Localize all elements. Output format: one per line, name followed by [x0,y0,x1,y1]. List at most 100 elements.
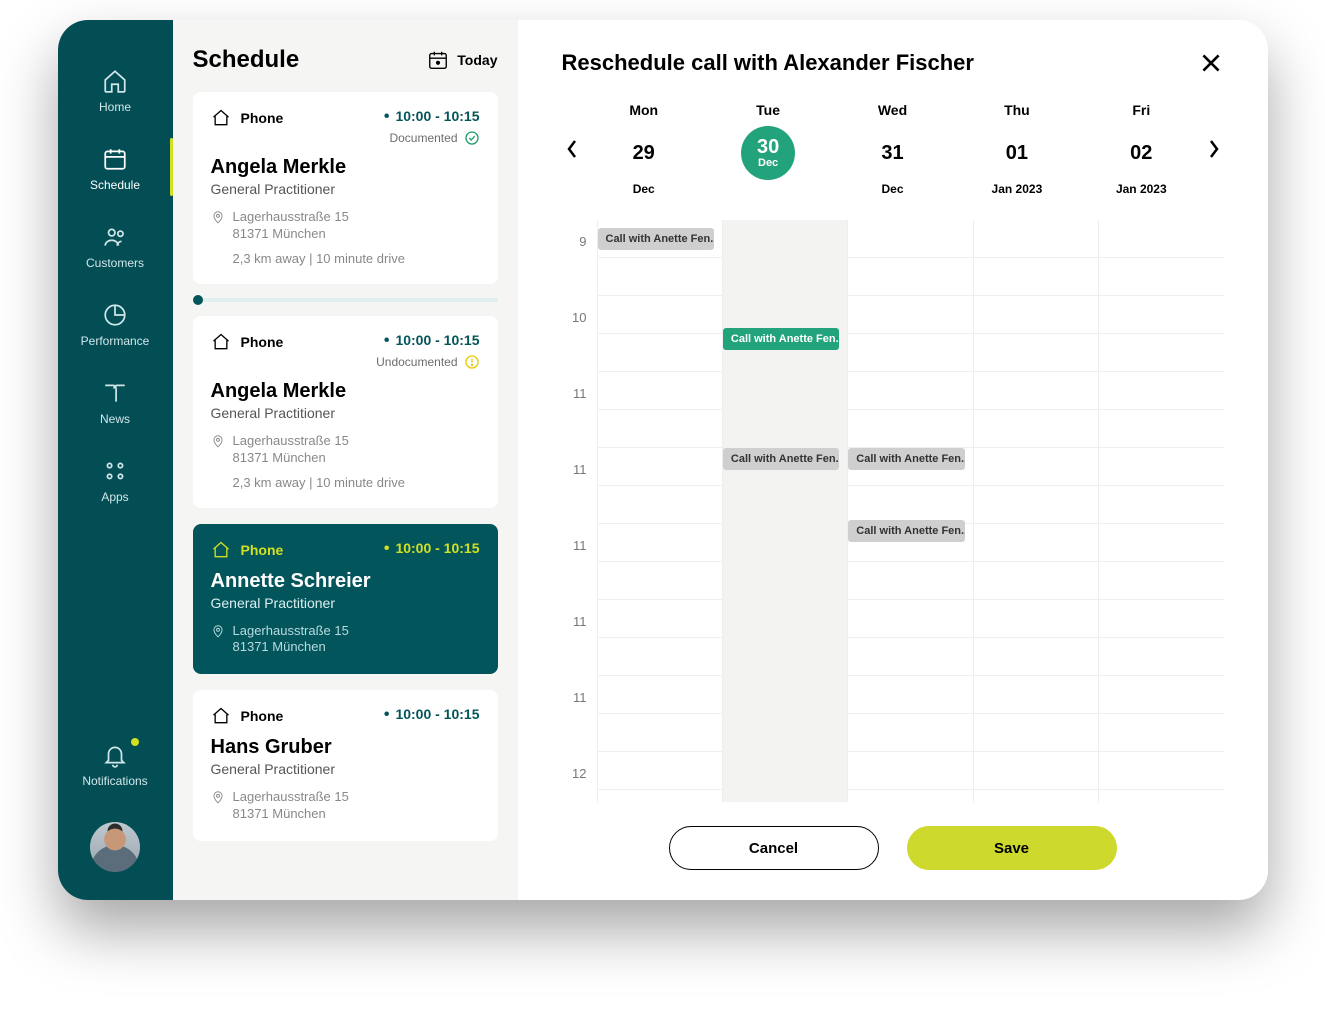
nav-customers[interactable]: Customers [58,206,173,284]
customer-name: Angela Merkle [211,380,480,403]
calendar-day-column[interactable] [973,220,1098,802]
nav-schedule[interactable]: Schedule [58,128,173,206]
call-type: Phone [241,708,284,724]
calendar-grid[interactable]: Call with Anette Fen... Call with Anette … [597,220,1224,802]
schedule-card[interactable]: Phone 10:00 - 10:15 Hans Gruber General … [193,690,498,841]
close-icon [1198,50,1224,76]
customer-role: General Practitioner [211,181,480,197]
schedule-card[interactable]: Phone 10:00 - 10:15 Documented Angela Me… [193,92,498,284]
calendar-event[interactable]: Call with Anette Fen... [723,448,839,470]
status-line: Undocumented [376,354,479,370]
address: Lagerhausstraße 1581371 München [211,623,480,657]
distance: 2,3 km away | 10 minute drive [211,475,480,490]
nav-label: Customers [86,256,144,270]
apps-icon [102,458,128,484]
day-column-header[interactable]: Fri 02 Jan 2023 [1079,102,1203,196]
chevron-left-icon [566,139,578,159]
customer-role: General Practitioner [211,761,480,777]
close-button[interactable] [1198,50,1224,76]
time-chip: 10:00 - 10:15 [376,332,479,350]
nav-label: News [100,412,130,426]
calendar-icon [102,146,128,172]
today-label: Today [457,52,497,68]
schedule-card[interactable]: Phone 10:00 - 10:15 Annette Schreier Gen… [193,524,498,675]
calendar-icon [427,49,449,71]
nav-performance[interactable]: Performance [58,284,173,362]
people-icon [102,224,128,250]
calendar-day-column[interactable]: Call with Anette Fen... Call with Anette … [847,220,972,802]
calendar-day-column[interactable]: Call with Anette Fen... Call with Anette … [722,220,847,802]
customer-name: Angela Merkle [211,156,480,179]
hour-labels: 910111111111112 [562,220,597,802]
status-line: Documented [384,130,480,146]
weekday-label: Mon [582,102,706,118]
hour-label: 10 [562,310,597,386]
today-button[interactable]: Today [427,49,497,71]
schedule-card[interactable]: Phone 10:00 - 10:15 Undocumented Angela … [193,316,498,508]
progress-bar [193,298,498,302]
nav-label: Performance [81,334,150,348]
weekday-label: Thu [955,102,1079,118]
chart-icon [102,302,128,328]
sidebar: Home Schedule Customers Performance News… [58,20,173,900]
nav-apps[interactable]: Apps [58,440,173,518]
hour-label: 11 [562,462,597,538]
day-column-header[interactable]: Wed 31 Dec [830,102,954,196]
address: Lagerhausstraße 1581371 München [211,789,480,823]
cancel-label: Cancel [749,840,798,857]
cancel-button[interactable]: Cancel [669,826,879,870]
nav-notifications[interactable]: Notifications [58,724,173,802]
call-type: Phone [241,542,284,558]
calendar-day-column[interactable]: Call with Anette Fen... [597,220,722,802]
customer-role: General Practitioner [211,595,480,611]
home-icon [102,68,128,94]
address: Lagerhausstraße 1581371 München [211,209,480,243]
hour-label: 11 [562,614,597,690]
nav-home[interactable]: Home [58,50,173,128]
day-column-header[interactable]: Thu 01 Jan 2023 [955,102,1079,196]
schedule-title: Schedule [193,46,300,74]
calendar-day-column[interactable] [1098,220,1223,802]
page-title: Reschedule call with Alexander Fischer [562,50,974,76]
bell-icon [102,742,128,768]
call-type: Phone [241,334,284,350]
time-chip: 10:00 - 10:15 [384,540,480,558]
month-label: Jan 2023 [955,182,1079,196]
call-type: Phone [241,110,284,126]
weekday-label: Wed [830,102,954,118]
pin-icon [211,210,225,224]
time-chip: 10:00 - 10:15 [384,108,480,126]
chevron-right-icon [1208,139,1220,159]
calendar-event[interactable]: Call with Anette Fen... [848,520,964,542]
weekday-label: Tue [706,102,830,118]
customer-name: Hans Gruber [211,736,480,759]
address: Lagerhausstraße 1581371 München [211,433,480,467]
book-icon [102,380,128,406]
nav-label: Schedule [90,178,140,192]
save-button[interactable]: Save [907,826,1117,870]
nav-news[interactable]: News [58,362,173,440]
day-column-header[interactable]: Tue 30 Dec Dec [706,102,830,196]
distance: 2,3 km away | 10 minute drive [211,251,480,266]
schedule-panel: Schedule Today Phone 10:00 - 10:15 Docum… [173,20,518,900]
hour-label: 12 [562,766,597,802]
week-navigator: Mon 29 Dec Tue 30 Dec Dec Wed 31 Dec Thu… [562,102,1224,196]
day-column-header[interactable]: Mon 29 Dec [582,102,706,196]
prev-week-button[interactable] [562,139,582,159]
calendar-event[interactable]: Call with Anette Fen... [598,228,714,250]
month-label: Dec [582,182,706,196]
home-icon [211,108,231,128]
hour-label: 9 [562,234,597,310]
home-icon [211,332,231,352]
avatar[interactable] [90,822,140,872]
customer-name: Annette Schreier [211,570,480,593]
pin-icon [211,624,225,638]
next-week-button[interactable] [1204,139,1224,159]
nav-label: Home [99,100,131,114]
notification-dot [131,738,139,746]
nav-label: Notifications [82,774,147,788]
customer-role: General Practitioner [211,405,480,421]
calendar-event[interactable]: Call with Anette Fen... [723,328,839,350]
save-label: Save [994,840,1029,857]
calendar-event[interactable]: Call with Anette Fen... [848,448,964,470]
